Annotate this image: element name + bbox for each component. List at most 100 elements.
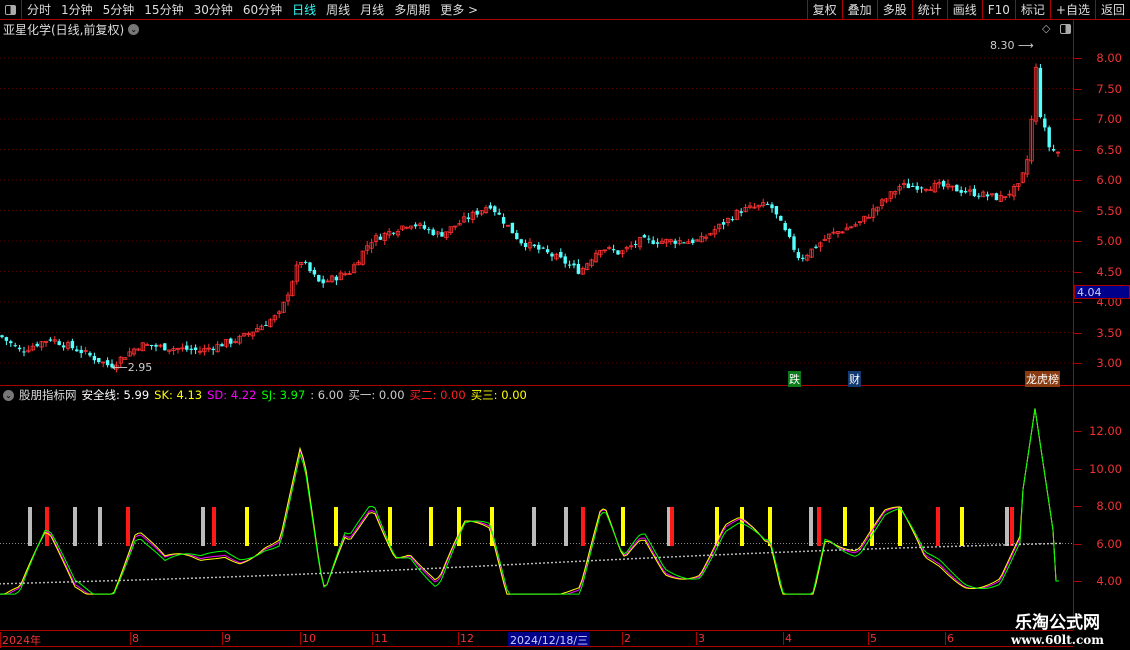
price-axis-label: 5.00 [1096, 234, 1122, 248]
safety-line-dot [723, 553, 725, 556]
candle-body [334, 276, 339, 281]
candle-body [1047, 127, 1051, 148]
safety-line-dot [163, 578, 165, 581]
candle-body [572, 263, 576, 266]
price-axis-label: 7.50 [1096, 81, 1122, 96]
candle-body [312, 269, 317, 275]
date-label: 12 [458, 632, 474, 645]
candle-body [88, 352, 92, 356]
chart-canvas[interactable] [0, 0, 1130, 650]
axis-tick [1074, 58, 1082, 59]
safety-line-dot [351, 571, 353, 573]
safety-line-dot [847, 548, 849, 551]
safety-line-dot [871, 548, 873, 550]
badge-finance[interactable]: 财 [848, 371, 861, 387]
legend-label: 买一: [348, 388, 376, 402]
safety-line-dot [599, 559, 601, 562]
safety-line-dot [95, 580, 97, 583]
date-label: 2024年 [0, 632, 41, 648]
badge-drop[interactable]: 跌 [788, 371, 801, 387]
signal-bar [1010, 507, 1014, 546]
safety-line-dot [643, 557, 645, 560]
safety-line-dot [867, 548, 869, 550]
safety-line-dot [967, 545, 969, 547]
safety-line-dot [219, 576, 221, 579]
safety-line-dot [467, 565, 469, 568]
safety-line-dot [279, 574, 281, 576]
candle-body [642, 235, 647, 238]
safety-line-dot [335, 571, 337, 574]
safety-line-dot [895, 547, 897, 550]
indicator-name[interactable]: 股朋指标网 [19, 387, 77, 403]
candle-body [189, 348, 193, 350]
candle-body [779, 215, 783, 221]
safety-line-dot [199, 577, 201, 579]
signal-bar [126, 507, 130, 546]
candle-body [550, 253, 554, 257]
candle-body [721, 222, 726, 225]
candle-body [651, 240, 655, 244]
safety-line-dot [495, 564, 497, 567]
safety-line-dot [863, 548, 865, 551]
safety-line-dot [747, 552, 749, 555]
safety-line-dot [859, 548, 861, 551]
candle-body [787, 228, 792, 237]
legend-label: SK: [154, 388, 173, 402]
safety-line-dot [111, 579, 113, 582]
watermark-url: www.60lt.com [1011, 633, 1104, 647]
candle-body [48, 339, 53, 341]
candle-body [537, 244, 541, 250]
safety-line-dot [667, 556, 669, 558]
safety-line-dot [1059, 542, 1061, 545]
safety-line-dot [839, 549, 841, 551]
price-axis-label: 4.50 [1096, 264, 1122, 279]
safety-line-dot [807, 550, 809, 553]
signal-bar [45, 507, 49, 546]
legend-item: SJ: 3.97 [261, 388, 305, 402]
signal-bar [809, 507, 813, 546]
badge-dragon-tiger[interactable]: 龙虎榜 [1025, 371, 1060, 387]
safety-line-dot [1023, 543, 1025, 546]
safety-line-dot [691, 555, 693, 557]
axis-tick [1074, 302, 1082, 303]
signal-bar [1005, 507, 1009, 546]
safety-line-dot [627, 558, 629, 560]
safety-line-dot [67, 581, 69, 583]
candle-body [391, 232, 396, 234]
watermark: 乐淘公式网 www.60lt.com [985, 608, 1130, 647]
safety-line-dot [855, 548, 857, 551]
high-label: 8.30 [990, 39, 1015, 52]
safety-line-dot [799, 550, 801, 553]
axis-tick [1074, 119, 1082, 120]
safety-line-dot [1031, 543, 1033, 546]
safety-line-dot [303, 573, 305, 575]
safety-line-dot [175, 577, 177, 580]
safety-line-dot [255, 575, 257, 577]
safety-line-dot [23, 582, 25, 585]
safety-line-dot [483, 565, 485, 567]
candle-body [264, 325, 268, 327]
candle-body [673, 240, 677, 244]
legend-value: 0.00 [436, 388, 466, 402]
safety-line-dot [819, 549, 821, 552]
candle-body [422, 225, 427, 229]
safety-line-dot [1011, 543, 1013, 546]
safety-line-dot [887, 547, 889, 550]
safety-line-dot [735, 553, 737, 555]
legend-item: SD: 4.22 [207, 388, 256, 402]
date-label: 2 [622, 632, 631, 645]
safety-line-dot [699, 554, 701, 557]
safety-line-dot [63, 581, 65, 583]
indicator-line [0, 408, 1059, 595]
candle-body [915, 186, 919, 190]
chevron-down-icon[interactable]: ⌄ [3, 389, 14, 401]
safety-line-dot [843, 548, 845, 551]
safety-line-dot [447, 566, 449, 569]
axis-tick [1074, 506, 1082, 507]
safety-line-dot [127, 579, 129, 582]
safety-line-dot [131, 579, 133, 582]
safety-line-dot [907, 546, 909, 549]
candle-body [220, 344, 224, 347]
legend-item: : 6.00 [310, 388, 343, 402]
safety-line-dot [739, 553, 741, 555]
